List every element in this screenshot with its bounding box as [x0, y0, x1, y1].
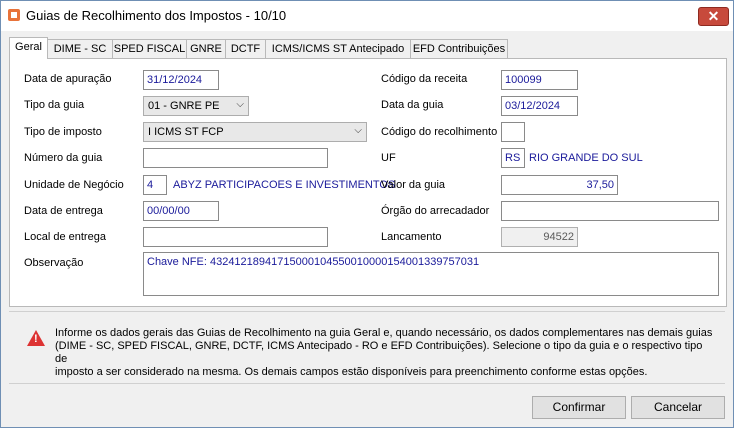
- codigo-recolhimento-field[interactable]: [501, 122, 525, 142]
- data-guia-field[interactable]: 03/12/2024: [501, 96, 578, 116]
- data-guia-label: Data da guia: [381, 99, 444, 111]
- info-message-line: imposto a ser considerado na mesma. Os d…: [55, 366, 648, 378]
- observacao-label: Observação: [24, 257, 84, 269]
- tipo-guia-value: 01 - GNRE PE: [148, 100, 220, 112]
- tipo-imposto-select[interactable]: I ICMS ST FCP ⌵: [143, 122, 367, 142]
- info-message-text: Informe os dados gerais das Guias de Rec…: [55, 327, 715, 379]
- unidade-negocio-code-field[interactable]: 4: [143, 175, 167, 195]
- window-title: Guias de Recolhimento dos Impostos - 10/…: [26, 8, 287, 23]
- lancamento-label: Lancamento: [381, 231, 442, 243]
- codigo-receita-field[interactable]: 100099: [501, 70, 578, 90]
- unidade-negocio-name: ABYZ PARTICIPACOES E INVESTIMENTOS: [173, 179, 396, 191]
- info-message: ! Informe os dados gerais das Guias de R…: [9, 317, 725, 379]
- orgao-arrecadador-label: Órgão do arrecadador: [381, 205, 490, 217]
- tab-dctf[interactable]: DCTF: [225, 39, 266, 58]
- close-button[interactable]: ✕: [698, 7, 729, 26]
- uf-name: RIO GRANDE DO SUL: [529, 152, 643, 164]
- tipo-guia-select[interactable]: 01 - GNRE PE ⌵: [143, 96, 249, 116]
- uf-label: UF: [381, 152, 396, 164]
- observacao-textarea[interactable]: Chave NFE: 43241218941715000104550010000…: [143, 252, 719, 296]
- orgao-arrecadador-field[interactable]: [501, 201, 719, 221]
- local-entrega-field[interactable]: [143, 227, 328, 247]
- numero-guia-field[interactable]: [143, 148, 328, 168]
- codigo-receita-label: Código da receita: [381, 73, 468, 85]
- tipo-guia-label: Tipo da guia: [24, 99, 85, 111]
- info-message-line: (DIME - SC, SPED FISCAL, GNRE, DCTF, ICM…: [55, 340, 703, 365]
- data-entrega-field[interactable]: 00/00/00: [143, 201, 219, 221]
- valor-guia-label: Valor da guia: [381, 179, 446, 191]
- valor-guia-field[interactable]: 37,50: [501, 175, 618, 195]
- app-icon: [8, 9, 20, 21]
- unidade-negocio-label: Unidade de Negócio: [24, 179, 124, 191]
- lancamento-field: 94522: [501, 227, 578, 247]
- tipo-imposto-value: I ICMS ST FCP: [148, 126, 224, 138]
- title-bar: Guias de Recolhimento dos Impostos - 10/…: [1, 1, 733, 31]
- codigo-recolhimento-label: Código do recolhimento: [381, 126, 498, 138]
- tab-geral[interactable]: Geral: [9, 37, 48, 59]
- info-message-line: Informe os dados gerais das Guias de Rec…: [55, 327, 713, 339]
- tab-sped-fiscal[interactable]: SPED FISCAL: [112, 39, 187, 58]
- data-apuracao-label: Data de apuração: [24, 73, 112, 85]
- confirm-button[interactable]: Confirmar: [532, 396, 626, 419]
- tipo-imposto-label: Tipo de imposto: [24, 126, 102, 138]
- data-apuracao-field[interactable]: 31/12/2024: [143, 70, 219, 90]
- numero-guia-label: Número da guia: [24, 152, 103, 164]
- warning-icon: !: [27, 330, 45, 346]
- divider: [9, 311, 725, 312]
- local-entrega-label: Local de entrega: [24, 231, 106, 243]
- divider: [9, 383, 725, 384]
- cancel-button[interactable]: Cancelar: [631, 396, 725, 419]
- chevron-down-icon: ⌵: [236, 99, 244, 110]
- tab-dime-sc[interactable]: DIME - SC: [47, 39, 113, 58]
- tab-icms-antecipado[interactable]: ICMS/ICMS ST Antecipado: [265, 39, 411, 58]
- dialog-window: Guias de Recolhimento dos Impostos - 10/…: [0, 0, 734, 428]
- tab-efd-contribuicoes[interactable]: EFD Contribuições: [410, 39, 508, 58]
- tab-gnre[interactable]: GNRE: [186, 39, 226, 58]
- chevron-down-icon: ⌵: [354, 125, 362, 136]
- geral-panel: Data de apuração 31/12/2024 Tipo da guia…: [9, 58, 727, 307]
- uf-code-field[interactable]: RS: [501, 148, 525, 168]
- data-entrega-label: Data de entrega: [24, 205, 103, 217]
